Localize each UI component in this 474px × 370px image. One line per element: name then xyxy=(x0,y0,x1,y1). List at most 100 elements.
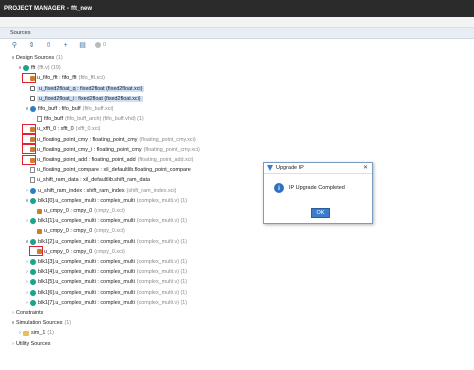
highlight-box xyxy=(29,246,43,257)
ok-button[interactable]: OK xyxy=(311,208,330,218)
tree-row[interactable]: ∨ fifo_buff : fifo_buff (fifo_buff.xci) xyxy=(24,105,113,113)
tree-row[interactable]: ∨ blk1[2].u_complex_multi : complex_multi… xyxy=(24,238,187,246)
tree-row[interactable]: ∨ Design Sources (1) xyxy=(10,54,63,62)
tree-row[interactable]: › u_shift_ram_index : shift_ram_index (shi… xyxy=(24,187,176,195)
verilog-module-icon xyxy=(30,218,36,225)
close-icon[interactable]: ✕ xyxy=(363,164,368,171)
title-bar: PROJECT MANAGER - fft_new xyxy=(0,0,474,17)
locked-ip-icon xyxy=(37,228,42,234)
tree-item-label: u_shift_ram_data : xil_defaultlib.shift_… xyxy=(37,177,150,184)
tree-item-label: u_floating_point_add : floating_point_ad… xyxy=(37,157,136,163)
tree-item-label: blk1[3].u_complex_multi : complex_multi xyxy=(38,259,135,265)
tree-item-detail: (floating_point_cmy.xci) xyxy=(139,136,196,143)
tree-row[interactable]: › blk1[1].u_complex_multi : complex_multi… xyxy=(24,217,187,225)
tree-row[interactable]: u_cmpy_0 : cmpy_0 (cmpy_0.xci) xyxy=(31,207,125,215)
tree-item-detail: (cmpy_0.xci) xyxy=(94,248,125,255)
sources-panel-header: Sources xyxy=(0,28,474,39)
tree-row[interactable]: › blk1[6].u_complex_multi : complex_multi… xyxy=(24,289,187,297)
tree-item-label: u_cmpy_0 : cmpy_0 xyxy=(44,208,93,214)
tree-row[interactable]: › sim_1 (1) xyxy=(17,329,54,337)
tree-item-label: Design Sources xyxy=(16,55,55,61)
tree-item-label: blk1[6].u_complex_multi : complex_multi xyxy=(38,289,135,296)
tree-item-detail: (fifo_fft.xci) xyxy=(78,75,105,82)
tree-item-label: Simulation Sources xyxy=(16,320,63,327)
tree-item-label: Constraints xyxy=(16,310,44,316)
tree-item-detail: (cmpy_0.xci) xyxy=(94,228,125,235)
ip-status-icon xyxy=(30,86,35,92)
tree-row[interactable]: fifo_buff (fifo_buff_arch) (fifo_buff.vhd… xyxy=(31,115,144,123)
highlight-box xyxy=(22,123,36,134)
badge-count: 0 xyxy=(103,42,107,48)
tree-item-detail: (fifo_buff_arch) (fifo_buff.vhd) (1) xyxy=(65,116,144,123)
verilog-module-icon xyxy=(23,65,29,72)
tree-item-detail: (complex_multi.v) (1) xyxy=(136,269,188,276)
tree-row[interactable]: › blk1[5].u_complex_multi : complex_multi… xyxy=(24,278,187,286)
tree-row[interactable]: › Utility Sources xyxy=(10,340,50,348)
collapse-all-icon[interactable]: ⇕ xyxy=(27,41,36,50)
tree-row[interactable]: ∨ Simulation Sources (1) xyxy=(10,319,71,327)
tree-row[interactable]: › blk1[7].u_complex_multi : complex_multi… xyxy=(24,299,187,307)
tree-row[interactable]: u_floating_point_add : floating_point_ad… xyxy=(24,156,193,164)
tree-item-detail: (shift_ram_index.xci) xyxy=(126,187,177,194)
tree-row[interactable]: u_cmpy_0 : cmpy_0 (cmpy_0.xci) xyxy=(31,227,125,235)
tree-row[interactable]: › Constraints xyxy=(10,309,43,317)
tree-item-label: sim_1 xyxy=(31,330,46,337)
tree-row[interactable]: › blk1[4].u_complex_multi : complex_multi… xyxy=(24,268,187,276)
tree-item-detail: (complex_multi.v) (1) xyxy=(136,289,188,296)
tree-item-label: fifo_buff xyxy=(44,116,64,123)
dialog-title: Upgrade IP xyxy=(276,165,304,171)
tree-item-detail: (complex_multi.v) (1) xyxy=(136,279,188,286)
tree-row[interactable]: u_floating_point_compare : xil_defaultli… xyxy=(24,166,191,174)
folder-icon xyxy=(23,330,29,336)
tree-item-label: fft xyxy=(31,65,36,72)
ip-status-icon xyxy=(30,96,35,102)
highlight-box xyxy=(22,154,36,165)
tree-item-label: u_cmpy_0 : cmpy_0 xyxy=(44,228,93,235)
title-separator: - xyxy=(67,5,70,12)
verilog-module-icon xyxy=(30,238,36,245)
tree-row[interactable]: u_shift_ram_data : xil_defaultlib.shift_… xyxy=(24,176,150,184)
tree-item-label: u_fixed2float_q : fixed2float (fixed2flo… xyxy=(37,85,145,92)
dialog-body: i IP Upgrade Completed xyxy=(264,174,372,193)
tree-row[interactable]: u_floating_point_cmy : floating_point_cm… xyxy=(24,136,196,144)
verilog-module-icon xyxy=(30,279,36,286)
module-icon xyxy=(30,106,36,112)
tree-row[interactable]: u_fifo_fft : fifo_fft (fifo_fft.xci) xyxy=(24,74,105,82)
tree-item-detail: (xfft_0.xci) xyxy=(75,126,101,133)
tree-item-detail: (1) xyxy=(64,320,72,327)
tree-row[interactable]: ∨ fft (fft.v) (19) xyxy=(17,64,61,72)
tree-item-label: u_floating_point_cmy_i : floating_point_… xyxy=(37,146,142,153)
tree-item-label: u_fixed2float_i : fixed2float (fixed2flo… xyxy=(37,95,143,102)
tree-item-detail: (fifo_buff.xci) xyxy=(82,106,114,112)
file-icon xyxy=(37,116,42,123)
expand-all-icon[interactable]: ⇳ xyxy=(44,41,53,50)
tree-row[interactable]: u_fixed2float_q : fixed2float (fixed2flo… xyxy=(24,85,145,93)
verilog-module-icon xyxy=(30,299,36,306)
tree-item-label: blk1[5].u_complex_multi : complex_multi xyxy=(38,279,135,286)
tree-row[interactable]: ∨ blk1[0].u_complex_multi : complex_multi… xyxy=(24,197,187,205)
tree-row[interactable]: u_floating_point_cmy_i : floating_point_… xyxy=(24,146,200,154)
search-icon[interactable]: ⚲ xyxy=(10,41,19,50)
section-title: PROJECT MANAGER xyxy=(4,5,66,12)
tree-item-detail: (fft.v) (19) xyxy=(37,65,61,72)
tree-item-detail: (complex_multi.v) (1) xyxy=(136,299,188,306)
tree-item-label: blk1[1].u_complex_multi : complex_multi xyxy=(38,218,135,225)
tree-row[interactable]: u_fixed2float_i : fixed2float (fixed2flo… xyxy=(24,95,143,103)
status-badge: 0 xyxy=(95,42,106,48)
dialog-title-bar: Upgrade IP xyxy=(264,163,372,174)
tree-row[interactable]: u_cmpy_0 : cmpy_0 (cmpy_0.xci) xyxy=(31,248,125,256)
tree-row[interactable]: › blk1[3].u_complex_multi : complex_multi… xyxy=(24,258,187,266)
tree-item-label: Utility Sources xyxy=(16,340,51,347)
tree-item-label: u_cmpy_0 : cmpy_0 xyxy=(44,248,93,255)
verilog-module-icon xyxy=(30,289,36,296)
tree-item-label: blk1[2].u_complex_multi : complex_multi xyxy=(38,238,135,245)
add-sources-icon[interactable]: + xyxy=(61,41,70,50)
file-icon xyxy=(30,177,35,184)
verilog-module-icon xyxy=(30,197,36,204)
tree-item-label: u_floating_point_cmy : floating_point_cm… xyxy=(37,136,138,143)
module-icon xyxy=(30,187,36,194)
highlight-box xyxy=(22,144,36,155)
tree-item-detail: (cmpy_0.xci) xyxy=(94,208,125,214)
properties-icon[interactable]: ▤ xyxy=(78,41,87,50)
file-icon xyxy=(30,167,35,174)
